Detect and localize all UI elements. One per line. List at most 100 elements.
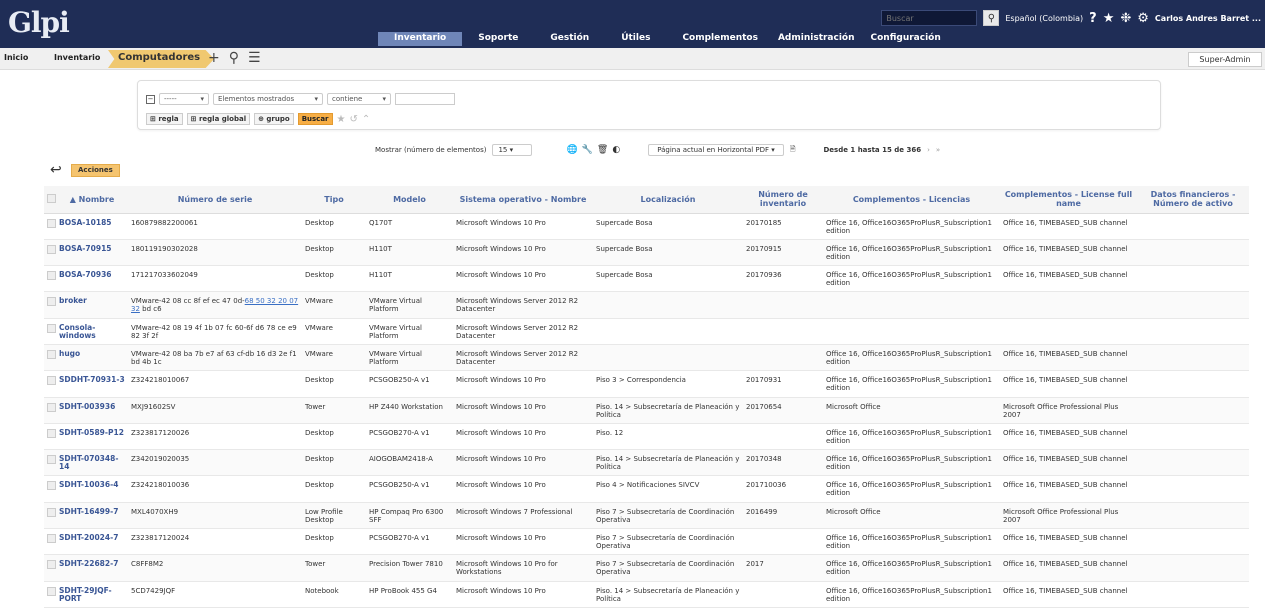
- cell-name[interactable]: SDHT-22682-7: [56, 554, 128, 582]
- col-header-license-full[interactable]: Complementos - License full name: [1000, 186, 1137, 214]
- col-header-os[interactable]: Sistema operativo - Nombre: [453, 186, 593, 214]
- table-row[interactable]: SDHT-16499-7 MXL4070XH9 Low Profile Deskto…: [44, 502, 1249, 530]
- row-checkbox[interactable]: [44, 423, 56, 451]
- cell-name[interactable]: SDHT-16499-7: [56, 502, 128, 530]
- row-checkbox[interactable]: [44, 581, 56, 608]
- last-page-icon[interactable]: »: [936, 146, 940, 154]
- col-header-modelo[interactable]: Modelo: [366, 186, 453, 214]
- operator-select[interactable]: contiene ▾: [327, 93, 391, 105]
- nav-soporte[interactable]: Soporte: [462, 32, 534, 46]
- trash-icon[interactable]: 🗑: [597, 145, 608, 155]
- row-checkbox[interactable]: [44, 318, 56, 345]
- table-row[interactable]: SDHT-22682-7 C8FF8M2 Tower Precision Tower …: [44, 554, 1249, 582]
- cell-name[interactable]: BOSA-70915: [56, 239, 128, 267]
- add-global-rule-button[interactable]: ⊞ regla global: [186, 113, 251, 125]
- table-row[interactable]: Consola-windows VMware-42 08 19 4f 1b 07 …: [44, 318, 1249, 345]
- debug-bug-icon[interactable]: ❉: [1120, 11, 1131, 26]
- cell-name[interactable]: BOSA-70936: [56, 265, 128, 293]
- cell-name[interactable]: broker: [56, 291, 128, 319]
- row-checkbox[interactable]: [44, 265, 56, 293]
- breadcrumb-inventario[interactable]: Inventario: [54, 53, 100, 62]
- help-icon[interactable]: ?: [1089, 11, 1097, 26]
- cell-name[interactable]: SDHT-070348-14: [56, 449, 128, 477]
- wrench-icon[interactable]: 🔧: [582, 145, 593, 155]
- col-header-licencias[interactable]: Complementos - Licencias: [823, 186, 1000, 214]
- favorites-star-icon[interactable]: ★: [1103, 11, 1115, 26]
- row-checkbox[interactable]: [44, 291, 56, 319]
- export-format-select[interactable]: Página actual en Horizontal PDF ▾: [648, 144, 784, 156]
- row-checkbox[interactable]: [44, 344, 56, 372]
- table-row[interactable]: hugo VMware-42 08 ba 7b e7 af 63 cf-db 16…: [44, 344, 1249, 372]
- actions-button[interactable]: Acciones: [71, 164, 120, 177]
- table-row[interactable]: BOSA-10185 160879882200061 Desktop Q170T Mic…: [44, 213, 1249, 240]
- link-select[interactable]: ----- ▾: [159, 93, 209, 105]
- col-header-nombre[interactable]: ▲ Nombre: [56, 186, 128, 214]
- col-header-localizacion[interactable]: Localización: [593, 186, 743, 214]
- row-checkbox[interactable]: [44, 528, 56, 556]
- cell-name[interactable]: hugo: [56, 344, 128, 372]
- field-select[interactable]: Elementos mostrados ▾: [213, 93, 323, 105]
- col-header-inventario[interactable]: Número de inventario: [743, 186, 823, 214]
- globe-icon[interactable]: 🌐: [566, 145, 577, 155]
- breadcrumb-computadores[interactable]: Computadores: [108, 50, 215, 68]
- table-row[interactable]: SDHT-003936 MXJ91602SV Tower HP Z440 Workst…: [44, 397, 1249, 424]
- col-header-activo[interactable]: Datos financieros - Número de activo: [1137, 186, 1249, 214]
- table-row[interactable]: SDHT-0589-P12 Z323817120026 Desktop PCSGOB2…: [44, 423, 1249, 451]
- cell-name[interactable]: Consola-windows: [56, 318, 128, 345]
- nav-configuracion[interactable]: Configuración: [863, 32, 949, 46]
- table-row[interactable]: BOSA-70915 180119190302028 Desktop H110T Mic…: [44, 239, 1249, 267]
- global-search-input[interactable]: [881, 10, 978, 26]
- row-checkbox[interactable]: [44, 239, 56, 267]
- profile-selector[interactable]: Super-Admin: [1188, 52, 1262, 67]
- cell-name[interactable]: SDHT-20024-7: [56, 528, 128, 556]
- cell-name[interactable]: SDHT-0589-P12: [56, 423, 128, 451]
- cell-name[interactable]: SDHT-003936: [56, 397, 128, 424]
- nav-administracion[interactable]: Administración: [774, 32, 863, 46]
- table-row[interactable]: BOSA-70936 171217033602049 Desktop H110T Mic…: [44, 265, 1249, 293]
- user-name-link[interactable]: Carlos Andres Barret ...: [1155, 14, 1261, 23]
- row-checkbox[interactable]: [44, 397, 56, 424]
- cell-name[interactable]: SDHT-10036-4: [56, 475, 128, 503]
- col-header-serial[interactable]: Número de serie: [128, 186, 302, 214]
- toggle-switch-icon[interactable]: ◐: [612, 145, 620, 155]
- cell-name[interactable]: BOSA-10185: [56, 213, 128, 240]
- row-checkbox[interactable]: [44, 554, 56, 582]
- save-search-star-icon[interactable]: ★: [337, 114, 346, 125]
- add-rule-button[interactable]: ⊞ regla: [146, 113, 183, 125]
- search-button[interactable]: Buscar: [297, 113, 333, 125]
- breadcrumb-home[interactable]: Inicio: [4, 53, 28, 62]
- criteria-value-input[interactable]: [395, 93, 455, 105]
- reset-icon[interactable]: ↺: [349, 114, 357, 125]
- nav-utiles[interactable]: Útiles: [605, 32, 666, 46]
- table-row[interactable]: SDHT-10036-4 Z324218010036 Desktop PCSGOB25…: [44, 475, 1249, 503]
- glpi-logo[interactable]: Glpi: [8, 6, 82, 42]
- nav-gestion[interactable]: Gestión: [534, 32, 605, 46]
- add-group-button[interactable]: ⊕ grupo: [254, 113, 294, 125]
- nav-inventario[interactable]: Inventario: [378, 32, 463, 46]
- table-row[interactable]: SDHT-070348-14 Z342019020035 Desktop AIOGOB…: [44, 449, 1249, 477]
- cell-name[interactable]: SDHT-29JQF-PORT: [56, 581, 128, 608]
- search-icon[interactable]: ⚲: [983, 10, 1000, 26]
- row-checkbox[interactable]: [44, 213, 56, 240]
- export-icon[interactable]: 🗎: [790, 145, 796, 156]
- nav-complementos[interactable]: Complementos: [666, 32, 774, 46]
- row-checkbox[interactable]: [44, 475, 56, 503]
- row-checkbox[interactable]: [44, 502, 56, 530]
- table-row[interactable]: broker VMware-42 08 cc 8f ef ec 47 0d-68 …: [44, 291, 1249, 319]
- collapse-up-icon[interactable]: ⌃: [362, 114, 370, 125]
- row-checkbox[interactable]: [44, 370, 56, 398]
- table-row[interactable]: SDHT-20024-7 Z323817120024 Desktop PCSGOB27…: [44, 528, 1249, 556]
- criteria-collapse-icon[interactable]: −: [146, 94, 155, 104]
- table-row[interactable]: SDHT-29JQF-PORT 5CD7429JQF Notebook HP ProB…: [44, 581, 1249, 608]
- list-view-icon[interactable]: ☰: [248, 50, 261, 66]
- select-all-checkbox[interactable]: [44, 186, 56, 214]
- col-header-tipo[interactable]: Tipo: [302, 186, 366, 214]
- cell-name[interactable]: SDDHT-70931-3: [56, 370, 128, 398]
- add-icon[interactable]: +: [208, 50, 220, 66]
- language-selector[interactable]: Español (Colombia): [1005, 14, 1083, 23]
- search-icon[interactable]: ⚲: [229, 50, 239, 66]
- next-page-icon[interactable]: ›: [927, 146, 930, 154]
- row-checkbox[interactable]: [44, 449, 56, 477]
- per-page-select[interactable]: 15 ▾: [492, 144, 533, 156]
- preferences-gear-icon[interactable]: ⚙: [1137, 11, 1149, 26]
